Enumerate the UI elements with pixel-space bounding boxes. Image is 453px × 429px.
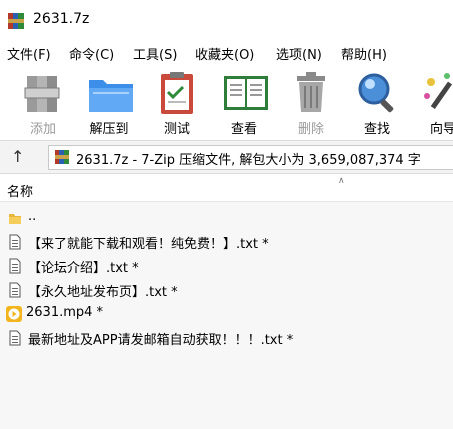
address-text: 2631.7z - 7-Zip 压缩文件, 解包大小为 3,659,087,37… <box>76 153 421 168</box>
magnifier-icon <box>358 73 394 113</box>
list-item[interactable]: 最新地址及APP请发邮箱自动获取！！！.txt * <box>0 326 453 350</box>
list-item[interactable]: 【论坛介绍】.txt * <box>0 254 453 278</box>
wizard-label: 向导 <box>429 122 453 137</box>
up-arrow-icon[interactable]: ↑ <box>11 147 24 166</box>
list-item-name: 最新地址及APP请发邮箱自动获取！！！.txt * <box>28 333 294 348</box>
video-file-icon <box>6 306 22 322</box>
list-item-name: 【论坛介绍】.txt * <box>28 261 139 276</box>
view-button[interactable]: 查看 <box>214 66 274 138</box>
window-title: 2631.7z <box>33 11 90 27</box>
address-bar: ↑ 2631.7z - 7-Zip 压缩文件, 解包大小为 3,659,087,… <box>0 140 453 174</box>
address-field[interactable]: 2631.7z - 7-Zip 压缩文件, 解包大小为 3,659,087,37… <box>48 145 453 170</box>
title-bar: 2631.7z <box>0 0 453 40</box>
menu-file[interactable]: 文件(F) <box>7 44 51 63</box>
winrar-archive-icon <box>8 13 24 29</box>
list-item-name: .. <box>28 209 37 224</box>
folder-icon <box>9 214 21 224</box>
find-label: 查找 <box>363 122 390 137</box>
add-button[interactable]: 添加 <box>13 66 73 138</box>
text-file-icon <box>9 282 21 298</box>
test-label: 测试 <box>163 122 190 137</box>
list-item-name: 【来了就能下载和观看！纯免费！】.txt * <box>28 237 269 252</box>
list-item[interactable]: 2631.mp4 * <box>0 302 453 326</box>
test-button[interactable]: 测试 <box>147 66 207 138</box>
trash-can-icon <box>297 72 325 112</box>
delete-label: 删除 <box>297 122 324 137</box>
add-label: 添加 <box>29 122 56 137</box>
file-list: 名称 ∧ .. 【来了就能下载和观看！纯免费！】.txt * 【论坛介绍】.tx… <box>0 176 453 429</box>
find-button[interactable]: 查找 <box>347 66 407 138</box>
text-file-icon <box>9 330 21 346</box>
column-header: 名称 ∧ <box>0 176 453 202</box>
list-item-name: 2631.mp4 * <box>26 305 104 320</box>
open-book-icon <box>224 76 268 110</box>
clipboard-check-icon <box>161 72 193 114</box>
text-file-icon <box>9 234 21 250</box>
text-file-icon <box>9 258 21 274</box>
extract-to-label: 解压到 <box>89 122 129 137</box>
column-name-header[interactable]: 名称 <box>7 181 33 200</box>
wizard-button[interactable]: 向导 <box>413 66 453 138</box>
extract-to-button[interactable]: 解压到 <box>79 66 139 138</box>
delete-button[interactable]: 删除 <box>281 66 341 138</box>
sort-caret-icon: ∧ <box>338 176 345 186</box>
list-item-name: 【永久地址发布页】.txt * <box>28 285 178 300</box>
toolbar: 添加 解压到 测试 查看 删除 查找 向导 <box>0 66 453 138</box>
menu-commands[interactable]: 命令(C) <box>69 44 114 63</box>
list-item[interactable]: 【永久地址发布页】.txt * <box>0 278 453 302</box>
menu-help[interactable]: 帮助(H) <box>341 44 387 63</box>
books-stack-icon <box>24 76 60 112</box>
menu-options[interactable]: 选项(N) <box>276 44 322 63</box>
magic-wand-icon <box>424 73 453 110</box>
menu-tools[interactable]: 工具(S) <box>133 44 177 63</box>
folder-icon <box>89 80 133 112</box>
list-item[interactable]: .. <box>0 206 453 230</box>
menu-bar: 文件(F) 命令(C) 工具(S) 收藏夹(O) 选项(N) 帮助(H) <box>0 40 453 66</box>
list-item[interactable]: 【来了就能下载和观看！纯免费！】.txt * <box>0 230 453 254</box>
view-label: 查看 <box>230 122 257 137</box>
winrar-archive-icon <box>55 150 69 164</box>
menu-favorites[interactable]: 收藏夹(O) <box>195 44 254 63</box>
